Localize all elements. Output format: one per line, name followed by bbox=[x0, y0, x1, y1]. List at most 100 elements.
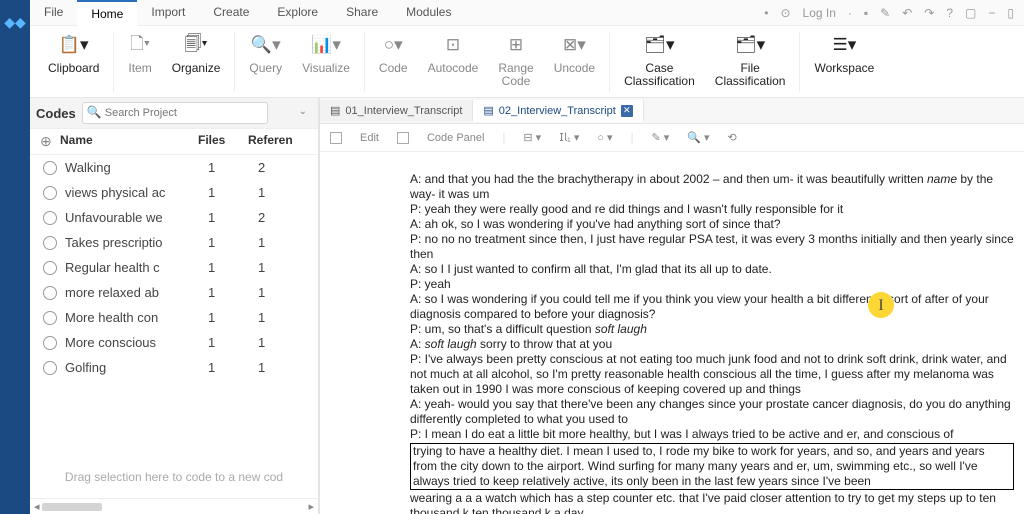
menu-import[interactable]: Import bbox=[137, 0, 199, 26]
code-row[interactable]: Regular health c11 bbox=[30, 255, 318, 280]
pen-icon[interactable]: ✎ ▾ bbox=[651, 131, 669, 144]
code-row[interactable]: More conscious11 bbox=[30, 330, 318, 355]
visualize-button[interactable]: Visualize bbox=[302, 62, 350, 75]
window-more-icon[interactable]: ▯ bbox=[1007, 6, 1014, 20]
fileclass-button[interactable]: File Classification bbox=[715, 62, 786, 88]
undo-icon[interactable]: ↶ bbox=[902, 6, 912, 20]
autocode-icon[interactable]: ⊡ bbox=[446, 30, 460, 60]
code-files: 1 bbox=[208, 185, 258, 200]
user-icon[interactable]: ⊙ bbox=[780, 6, 790, 20]
cursor-indicator: I bbox=[868, 292, 894, 318]
item-button[interactable]: Item bbox=[128, 62, 151, 75]
code-row[interactable]: More health con11 bbox=[30, 305, 318, 330]
menu-explore[interactable]: Explore bbox=[263, 0, 332, 26]
caseclass-button[interactable]: Case Classification bbox=[624, 62, 695, 88]
code-name: Regular health c bbox=[65, 260, 208, 275]
node-icon bbox=[43, 236, 57, 250]
code-name: Golfing bbox=[65, 360, 208, 375]
item-icon[interactable]: 🗋▾ bbox=[130, 30, 150, 60]
node-icon bbox=[43, 336, 57, 350]
node-icon bbox=[43, 286, 57, 300]
col-files[interactable]: Files bbox=[198, 133, 248, 150]
app-icon: ◆◆ bbox=[4, 14, 26, 514]
code-ref: 1 bbox=[258, 285, 308, 300]
clipboard-icon[interactable]: 📋▾ bbox=[59, 30, 89, 60]
code-button[interactable]: Code bbox=[379, 62, 408, 75]
list-icon[interactable]: ⊟ ▾ bbox=[523, 131, 541, 144]
workspace-icon[interactable]: ☰▾ bbox=[833, 30, 857, 60]
autocode-button[interactable]: Autocode bbox=[428, 62, 479, 75]
login-link[interactable]: Log In bbox=[803, 6, 836, 20]
code-files: 1 bbox=[208, 310, 258, 325]
col-ref[interactable]: Referen bbox=[248, 133, 308, 150]
edit-checkbox[interactable] bbox=[330, 132, 342, 144]
sync-icon[interactable]: • bbox=[764, 6, 768, 20]
para-icon[interactable]: 𝖨𝗅₁ ▾ bbox=[559, 131, 579, 144]
uncode-icon[interactable]: ⊠▾ bbox=[563, 30, 586, 60]
hscrollbar[interactable]: ◂▸ bbox=[30, 498, 318, 514]
chevron-down-icon[interactable]: ⌄ bbox=[299, 106, 307, 117]
workspace-button[interactable]: Workspace bbox=[814, 62, 874, 75]
code-name: More conscious bbox=[65, 335, 208, 350]
code-row[interactable]: views physical ac11 bbox=[30, 180, 318, 205]
code-ref: 1 bbox=[258, 335, 308, 350]
code-row[interactable]: Golfing11 bbox=[30, 355, 318, 380]
query-button[interactable]: Query bbox=[249, 62, 282, 75]
codepanel-checkbox[interactable] bbox=[397, 132, 409, 144]
save-icon[interactable]: ▪ bbox=[864, 6, 868, 20]
doc-tab[interactable]: ▤02_Interview_Transcript✕ bbox=[473, 100, 643, 122]
node-icon bbox=[43, 161, 57, 175]
code-row[interactable]: more relaxed ab11 bbox=[30, 280, 318, 305]
code-ref: 2 bbox=[258, 210, 308, 225]
close-icon[interactable]: ✕ bbox=[621, 105, 633, 117]
menu-create[interactable]: Create bbox=[199, 0, 263, 26]
clipboard-button[interactable]: Clipboard bbox=[48, 62, 99, 75]
menu-bar: File Home Import Create Explore Share Mo… bbox=[30, 0, 465, 26]
node-icon bbox=[43, 186, 57, 200]
menu-home[interactable]: Home bbox=[77, 0, 137, 26]
caseclass-icon[interactable]: 🗂▾ bbox=[644, 30, 674, 60]
menu-file[interactable]: File bbox=[30, 0, 77, 26]
code-name: Unfavourable we bbox=[65, 210, 208, 225]
query-icon[interactable]: 🔍▾ bbox=[251, 30, 281, 60]
code-name: Takes prescriptio bbox=[65, 235, 208, 250]
code-icon[interactable]: ○▾ bbox=[384, 30, 403, 60]
code-ref: 2 bbox=[258, 160, 308, 175]
code-files: 1 bbox=[208, 335, 258, 350]
rangecode-button[interactable]: Range Code bbox=[498, 62, 533, 88]
uncode-button[interactable]: Uncode bbox=[554, 62, 595, 75]
add-code-button[interactable]: ⊕ bbox=[40, 133, 60, 150]
help-icon[interactable]: ? bbox=[946, 6, 953, 20]
col-name[interactable]: Name bbox=[60, 133, 198, 150]
node-icon bbox=[43, 211, 57, 225]
edit-icon[interactable]: ✎ bbox=[880, 6, 890, 20]
code-ref: 1 bbox=[258, 310, 308, 325]
rangecode-icon[interactable]: ⊞ bbox=[509, 30, 523, 60]
node-icon bbox=[43, 311, 57, 325]
organize-icon[interactable]: 🗐▾ bbox=[184, 30, 207, 60]
code-row[interactable]: Unfavourable we12 bbox=[30, 205, 318, 230]
link-icon[interactable]: ⟲ bbox=[728, 131, 737, 144]
code-ref: 1 bbox=[258, 260, 308, 275]
organize-button[interactable]: Organize bbox=[172, 62, 221, 75]
highlighted-selection[interactable]: trying to have a healthy diet. I mean I … bbox=[410, 443, 1014, 490]
window-minus-icon[interactable]: − bbox=[988, 6, 995, 20]
visualize-icon[interactable]: 📊▾ bbox=[311, 30, 341, 60]
doc-tab[interactable]: ▤01_Interview_Transcript bbox=[320, 100, 473, 121]
code-row[interactable]: Walking12 bbox=[30, 155, 318, 180]
transcript-body[interactable]: A: and that you had the the brachytherap… bbox=[320, 152, 1024, 514]
code-files: 1 bbox=[208, 160, 258, 175]
drag-hint: Drag selection here to code to a new cod bbox=[30, 456, 318, 498]
menu-modules[interactable]: Modules bbox=[392, 0, 465, 26]
circle-icon[interactable]: ○ ▾ bbox=[597, 131, 612, 144]
code-name: views physical ac bbox=[65, 185, 208, 200]
redo-icon[interactable]: ↷ bbox=[924, 6, 934, 20]
edit-label: Edit bbox=[360, 132, 379, 144]
window-min-icon[interactable]: ▢ bbox=[965, 6, 976, 20]
fileclass-icon[interactable]: 🗂▾ bbox=[735, 30, 765, 60]
zoom-icon[interactable]: 🔍 ▾ bbox=[687, 131, 709, 144]
search-input[interactable] bbox=[82, 102, 268, 124]
menu-share[interactable]: Share bbox=[332, 0, 392, 26]
code-ref: 1 bbox=[258, 235, 308, 250]
code-row[interactable]: Takes prescriptio11 bbox=[30, 230, 318, 255]
